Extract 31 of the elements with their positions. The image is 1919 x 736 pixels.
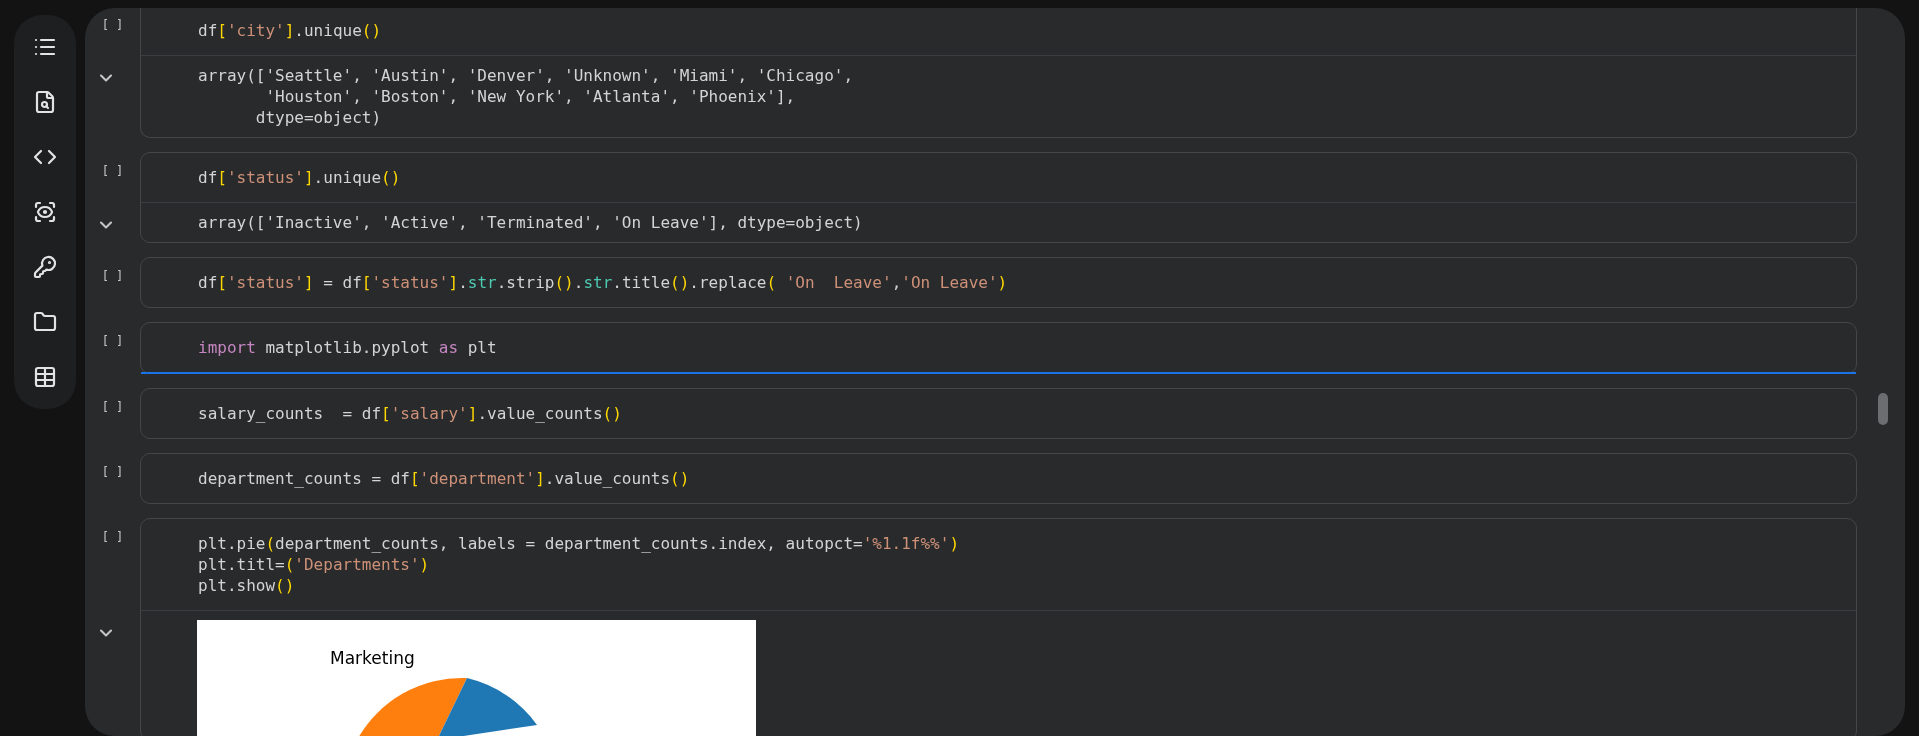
table-icon[interactable] — [33, 365, 57, 389]
run-marker[interactable]: [ ] — [101, 16, 124, 34]
code-line: df['status'] = df['status'].str.strip().str.title().replace( 'On Leave','On Leave') — [198, 272, 1008, 293]
output-line: dtype=object) — [254, 107, 382, 128]
code-line: plt.titl=('Departments') — [198, 554, 430, 575]
folder-icon[interactable] — [33, 310, 57, 334]
code-cell[interactable]: salary_counts = df['salary'].value_counts() — [140, 388, 1857, 439]
output-line: 'Houston', 'Boston', 'New York', 'Atlanta', 'Phoenix'], — [264, 86, 796, 107]
code-line: plt.pie(department_counts, labels = department_counts.index, autopct='%1.1f%%') — [198, 533, 960, 554]
run-marker[interactable]: [ ] — [101, 463, 124, 481]
code-cell[interactable]: department_counts = df['department'].value_counts() — [140, 453, 1857, 504]
eye-icon[interactable] — [33, 200, 57, 224]
chart-label: Marketing — [330, 647, 415, 670]
key-icon[interactable] — [33, 255, 57, 279]
code-line: df['city'].unique() — [198, 20, 382, 41]
run-marker[interactable]: [ ] — [101, 528, 124, 546]
code-line: import matplotlib.pyplot as plt — [198, 337, 497, 358]
run-marker[interactable]: [ ] — [101, 332, 124, 350]
code-line: plt.show() — [198, 575, 295, 596]
run-marker[interactable]: [ ] — [101, 267, 124, 285]
code-cell[interactable]: df['status'] = df['status'].str.strip().str.title().replace( 'On Leave','On Leave') — [140, 257, 1857, 308]
file-search-icon[interactable] — [33, 90, 57, 114]
scrollbar-thumb[interactable] — [1878, 393, 1888, 425]
code-line: department_counts = df['department'].value_counts() — [198, 468, 690, 489]
code-line: df['status'].unique() — [198, 167, 401, 188]
code-cell[interactable]: import matplotlib.pyplot as plt — [140, 322, 1857, 374]
output-line: array(['Inactive', 'Active', 'Terminated', 'On Leave'], dtype=object) — [198, 212, 863, 233]
run-marker[interactable]: [ ] — [101, 398, 124, 416]
output-line: array(['Seattle', 'Austin', 'Denver', 'Unknown', 'Miami', 'Chicago', — [198, 65, 854, 86]
code-line: salary_counts = df['salary'].value_counts() — [198, 403, 622, 424]
run-marker[interactable]: [ ] — [101, 162, 124, 180]
